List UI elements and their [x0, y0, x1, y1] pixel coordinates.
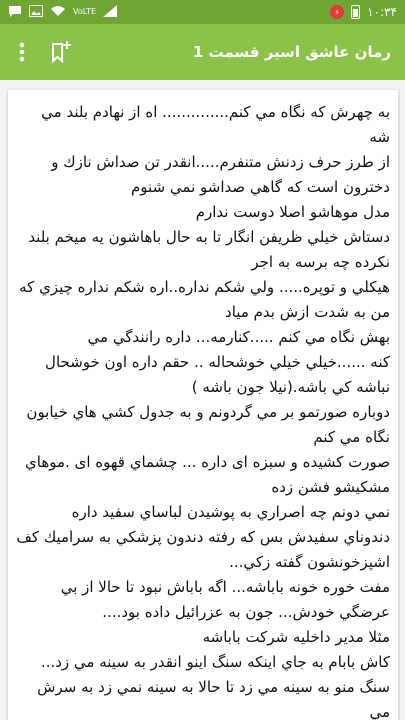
signal-icon [103, 5, 118, 19]
status-bar: VoLTE ⚡ ۱۰:۳۴ [0, 0, 405, 24]
story-text: به چهرش كه نگاه مي كنم.............. اه … [16, 100, 390, 720]
status-time: ۱۰:۳۴ [367, 5, 397, 19]
record-icon: ⚡ [330, 5, 345, 19]
status-bar-left: VoLTE [8, 5, 118, 20]
story-line: مثلا مدير داخليه شركت باباشه [202, 628, 390, 646]
app-bar-actions [10, 39, 74, 65]
status-bar-right: ⚡ ۱۰:۳۴ [330, 5, 397, 19]
story-line: مدل موهاشو اصلا دوست ندارم [195, 203, 390, 221]
story-line: مفت خوره خونه باباشه... اگه باباش نبود ت… [60, 578, 390, 621]
story-line: بهش نگاه مي كنم .....كنارمه... داره رانن… [87, 328, 390, 346]
story-line: سنگ منو به سينه مي زد تا حالا به سينه نم… [37, 678, 390, 720]
story-line: به چهرش كه نگاه مي كنم.............. اه … [41, 103, 390, 146]
story-line: دستاش خيلي ظريفن انگار تا به حال باهاشون… [28, 228, 390, 271]
story-line: از طرز حرف زدنش متنفرم.....انقدر تن صداش… [51, 153, 390, 196]
story-line: نمي دونم چه اصراري به پوشيدن لباساي سفيد… [71, 503, 390, 521]
network-icon: VoLTE [73, 7, 97, 16]
chat-icon [8, 5, 22, 20]
page-title: رمان عاشق اسير قسمت 1 [192, 43, 391, 61]
story-line: صورت كشيده و سبزه اى داره ... چشماي قهوه… [25, 453, 390, 496]
wifi-icon [50, 5, 66, 19]
app-bar: رمان عاشق اسير قسمت 1 [0, 24, 405, 80]
more-options-icon[interactable] [10, 40, 34, 64]
battery-icon [351, 5, 361, 19]
image-icon [29, 5, 43, 19]
story-line: هيكلي و توپره..... ولي شكم نداره..اره شك… [19, 278, 390, 321]
bookmark-add-icon[interactable] [48, 39, 74, 65]
story-line: دوباره صورتمو بر مي گردونم و به جدول كشي… [26, 403, 390, 446]
story-line: كاش بابام به جاي اينكه سنگ اينو انقدر به… [40, 653, 390, 671]
story-content-card: به چهرش كه نگاه مي كنم.............. اه … [8, 90, 398, 720]
story-line: دندوناي سفيدش بس كه رفته دندون پزشكي به … [16, 528, 390, 571]
story-line: كنه ......خيلي خيلي خوشحاله .. حقم داره … [45, 353, 390, 396]
